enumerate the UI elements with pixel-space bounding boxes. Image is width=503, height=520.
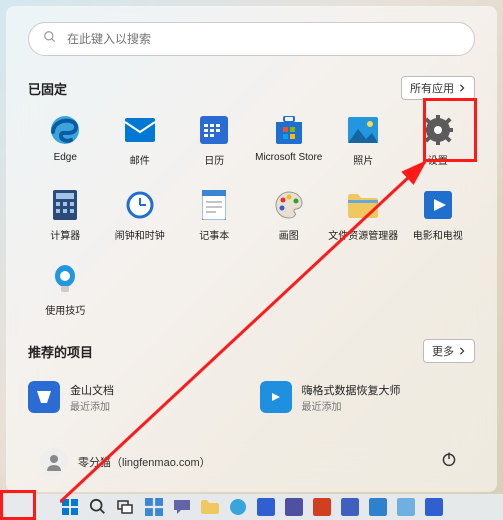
- app-paint[interactable]: 画图: [252, 187, 327, 244]
- calendar-icon: [198, 114, 230, 146]
- store-icon: [273, 114, 305, 146]
- app-calculator[interactable]: 计算器: [28, 187, 103, 244]
- recommended-list: 金山文档 最近添加 嗨格式数据恢复大师 最近添加: [28, 381, 475, 413]
- taskbar-task-view[interactable]: [117, 498, 135, 516]
- start-menu-panel: 已固定 所有应用 Edge 邮件 日历: [6, 6, 497, 492]
- app-mail[interactable]: 邮件: [103, 112, 178, 169]
- search-input[interactable]: [67, 32, 460, 46]
- user-account[interactable]: 零分猫（lingfenmao.com）: [40, 448, 211, 476]
- chevron-right-icon: [458, 84, 466, 92]
- taskbar-app[interactable]: [369, 498, 387, 516]
- pinned-header: 已固定 所有应用: [28, 76, 475, 100]
- taskbar-search-button[interactable]: [89, 498, 107, 516]
- taskbar-explorer[interactable]: [201, 498, 219, 516]
- recommended-title: 推荐的项目: [28, 342, 93, 361]
- gear-icon: [422, 114, 454, 146]
- recommended-item[interactable]: 金山文档 最近添加: [28, 381, 244, 413]
- pinned-title: 已固定: [28, 79, 67, 98]
- recommended-header: 推荐的项目 更多: [28, 339, 475, 363]
- wps-icon: [28, 381, 60, 413]
- avatar: [40, 448, 68, 476]
- taskbar-chat[interactable]: [173, 498, 191, 516]
- recommended-item[interactable]: 嗨格式数据恢复大师 最近添加: [260, 381, 476, 413]
- taskbar-app[interactable]: [313, 498, 331, 516]
- app-movies-tv[interactable]: 电影和电视: [401, 187, 476, 244]
- app-edge[interactable]: Edge: [28, 112, 103, 169]
- photos-icon: [347, 114, 379, 146]
- taskbar-widgets[interactable]: [145, 498, 163, 516]
- power-icon: [441, 451, 457, 467]
- start-footer: 零分猫（lingfenmao.com）: [28, 435, 475, 484]
- search-icon: [43, 30, 57, 49]
- movies-icon: [422, 189, 454, 221]
- app-microsoft-store[interactable]: Microsoft Store: [252, 112, 327, 169]
- chevron-right-icon: [458, 347, 466, 355]
- taskbar: [0, 494, 503, 520]
- taskbar-app[interactable]: [425, 498, 443, 516]
- taskbar-start-button[interactable]: [61, 498, 79, 516]
- app-settings[interactable]: 设置: [401, 112, 476, 169]
- more-label: 更多: [432, 343, 454, 359]
- app-notepad[interactable]: 记事本: [177, 187, 252, 244]
- clock-icon: [124, 189, 156, 221]
- taskbar-app[interactable]: [257, 498, 275, 516]
- app-clock[interactable]: 闹钟和时钟: [103, 187, 178, 244]
- taskbar-app[interactable]: [285, 498, 303, 516]
- more-button[interactable]: 更多: [423, 339, 475, 363]
- power-button[interactable]: [435, 445, 463, 478]
- all-apps-button[interactable]: 所有应用: [401, 76, 475, 100]
- search-box[interactable]: [28, 22, 475, 56]
- app-tips[interactable]: 使用技巧: [28, 262, 103, 319]
- app-photos[interactable]: 照片: [326, 112, 401, 169]
- calculator-icon: [49, 189, 81, 221]
- folder-icon: [347, 189, 379, 221]
- tips-icon: [49, 264, 81, 296]
- user-name: 零分猫（lingfenmao.com）: [78, 454, 211, 470]
- pinned-apps-grid: Edge 邮件 日历 Microsoft Store 照片: [28, 112, 475, 319]
- app-calendar[interactable]: 日历: [177, 112, 252, 169]
- data-recovery-icon: [260, 381, 292, 413]
- edge-icon: [49, 114, 81, 146]
- paint-icon: [273, 189, 305, 221]
- taskbar-app[interactable]: [341, 498, 359, 516]
- all-apps-label: 所有应用: [410, 80, 454, 96]
- taskbar-app[interactable]: [397, 498, 415, 516]
- app-file-explorer[interactable]: 文件资源管理器: [326, 187, 401, 244]
- mail-icon: [124, 114, 156, 146]
- taskbar-edge[interactable]: [229, 498, 247, 516]
- notepad-icon: [198, 189, 230, 221]
